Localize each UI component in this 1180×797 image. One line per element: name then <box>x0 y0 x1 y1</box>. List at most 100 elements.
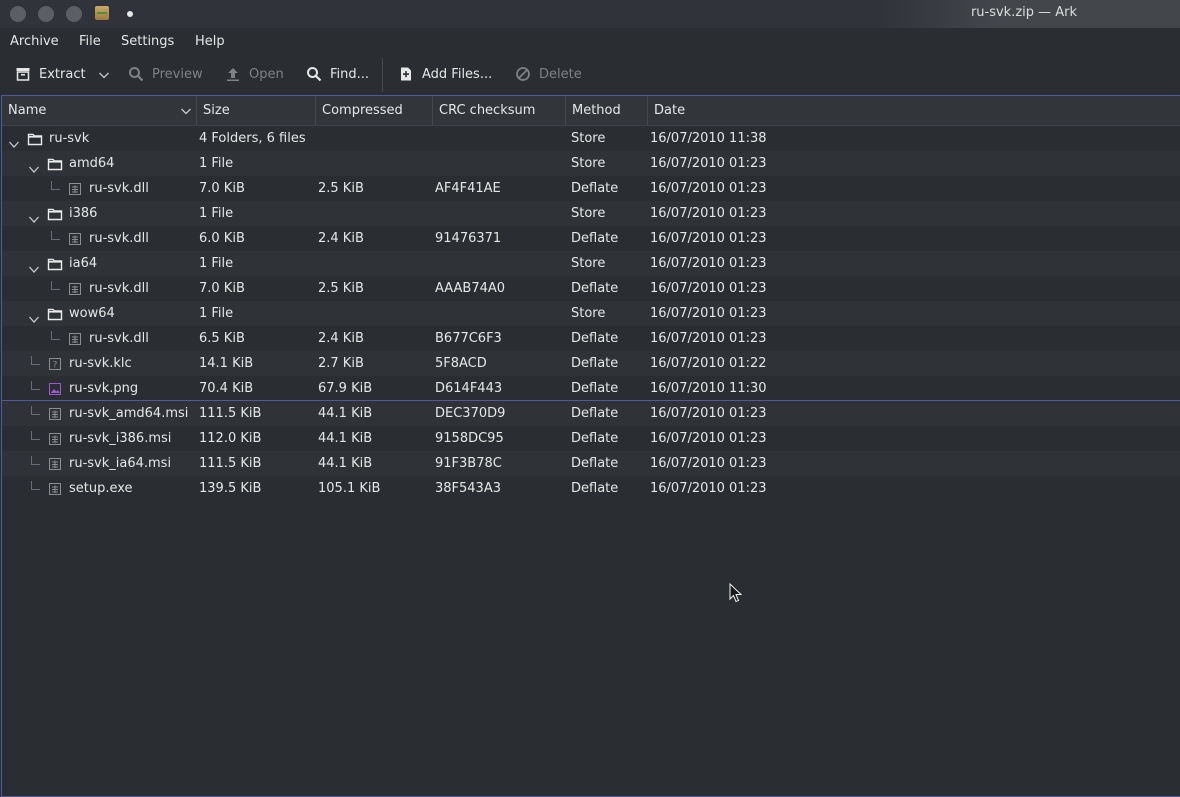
pin-icon[interactable] <box>127 11 133 17</box>
column-size-label: Size <box>203 103 230 118</box>
file-method: Store <box>571 306 606 321</box>
folder-icon <box>47 156 69 172</box>
table-row[interactable]: ru-svk.dll 7.0 KiB 2.5 KiB AF4F41AE Deflate 1… <box>2 176 1180 201</box>
file-list: ru-svk 4 Folders, 6 files Store 16/07/2010 … <box>2 126 1180 501</box>
extract-menu-chevron-down-icon[interactable] <box>98 69 110 81</box>
file-date: 16/07/2010 01:23 <box>650 481 767 496</box>
file-compressed: 2.4 KiB <box>318 331 364 346</box>
file-name: i386 <box>69 206 98 221</box>
column-crc[interactable]: CRC checksum <box>433 96 566 125</box>
table-row[interactable]: ? ru-svk.klc 14.1 KiB 2.7 KiB 5F8ACD Deflate 1… <box>2 351 1180 376</box>
close-window-button[interactable] <box>10 6 26 22</box>
file-date: 16/07/2010 01:23 <box>650 331 767 346</box>
upload-icon <box>227 68 239 81</box>
toolbar-separator <box>382 58 383 92</box>
file-name: ru-svk.dll <box>89 231 149 246</box>
table-row[interactable]: i386 1 File Store 16/07/2010 01:23 <box>2 201 1180 226</box>
binary-file-icon <box>47 431 69 447</box>
table-row[interactable]: ru-svk_i386.msi 112.0 KiB 44.1 KiB 9158DC95… <box>2 426 1180 451</box>
file-compressed: 44.1 KiB <box>318 406 373 421</box>
open-button[interactable]: Open <box>225 66 284 82</box>
table-row[interactable]: ru-svk_amd64.msi 111.5 KiB 44.1 KiB DEC370D… <box>2 401 1180 426</box>
table-row[interactable]: ru-svk.dll 6.5 KiB 2.4 KiB B677C6F3 Deflate 1… <box>2 326 1180 351</box>
sort-chevron-down-icon[interactable] <box>180 105 192 117</box>
tree-branch-line <box>51 331 60 340</box>
delete-icon <box>516 67 530 81</box>
folder-icon <box>47 206 69 222</box>
column-compressed[interactable]: Compressed <box>316 96 433 125</box>
file-date: 16/07/2010 01:23 <box>650 456 767 471</box>
file-date: 16/07/2010 01:23 <box>650 181 767 196</box>
image-file-icon <box>47 381 69 397</box>
unknown-file-icon: ? <box>47 356 69 372</box>
file-date: 16/07/2010 01:23 <box>650 206 767 221</box>
find-label: Find... <box>330 66 370 82</box>
file-crc: AAAB74A0 <box>435 281 506 296</box>
add-files-button[interactable]: Add Files... <box>398 66 492 82</box>
file-method: Store <box>571 206 606 221</box>
file-compressed: 44.1 KiB <box>318 431 373 446</box>
file-crc: B677C6F3 <box>435 331 502 346</box>
file-method: Deflate <box>571 431 619 446</box>
column-name-label: Name <box>8 103 47 118</box>
table-row[interactable]: ru-svk.dll 7.0 KiB 2.5 KiB AAAB74A0 Deflate 1… <box>2 276 1180 301</box>
file-date: 16/07/2010 01:23 <box>650 256 767 271</box>
tree-branch-line <box>31 431 40 440</box>
file-method: Deflate <box>571 456 619 471</box>
table-row[interactable]: ru-svk.dll 6.0 KiB 2.4 KiB 91476371 Deflate 1… <box>2 226 1180 251</box>
file-crc: AF4F41AE <box>435 181 501 196</box>
delete-button[interactable]: Delete <box>515 66 582 82</box>
table-row[interactable]: ia64 1 File Store 16/07/2010 01:23 <box>2 251 1180 276</box>
file-method: Deflate <box>571 381 619 396</box>
file-method: Deflate <box>571 231 619 246</box>
file-method: Store <box>571 131 606 146</box>
file-size: 139.5 KiB <box>199 481 262 496</box>
ark-app-icon[interactable] <box>95 6 109 20</box>
file-size: 111.5 KiB <box>199 406 262 421</box>
file-size: 6.5 KiB <box>199 331 245 346</box>
table-row[interactable]: amd64 1 File Store 16/07/2010 01:23 <box>2 151 1180 176</box>
archive-view[interactable]: Name Size Compressed CRC checksum Method… <box>1 95 1180 797</box>
maximize-window-button[interactable] <box>66 6 82 22</box>
extract-icon <box>16 68 30 81</box>
table-row[interactable]: setup.exe 139.5 KiB 105.1 KiB 38F543A3 Defla… <box>2 476 1180 501</box>
file-compressed: 44.1 KiB <box>318 456 373 471</box>
column-name[interactable]: Name <box>2 96 197 125</box>
binary-file-icon <box>47 406 69 422</box>
file-name: wow64 <box>69 306 115 321</box>
file-name: ru-svk_ia64.msi <box>69 456 172 471</box>
table-row[interactable]: ru-svk.png 70.4 KiB 67.9 KiB D614F443 Deflat… <box>2 376 1180 401</box>
column-date[interactable]: Date <box>648 96 1180 125</box>
minimize-window-button[interactable] <box>38 6 54 22</box>
column-method[interactable]: Method <box>566 96 648 125</box>
menu-file[interactable]: File <box>79 34 101 49</box>
file-crc: 91476371 <box>435 231 502 246</box>
file-compressed: 2.5 KiB <box>318 181 364 196</box>
file-crc: 38F543A3 <box>435 481 501 496</box>
tree-branch-line <box>31 381 40 390</box>
menu-archive[interactable]: Archive <box>10 34 59 49</box>
tree-branch-line <box>31 406 40 415</box>
find-button[interactable]: Find... <box>306 66 369 82</box>
table-row[interactable]: ru-svk 4 Folders, 6 files Store 16/07/2010 … <box>2 126 1180 151</box>
file-name: ru-svk.dll <box>89 331 149 346</box>
file-method: Deflate <box>571 181 619 196</box>
file-date: 16/07/2010 01:23 <box>650 431 767 446</box>
column-method-label: Method <box>572 103 621 118</box>
file-date: 16/07/2010 11:38 <box>650 131 767 146</box>
file-method: Deflate <box>571 481 619 496</box>
table-row[interactable]: ru-svk_ia64.msi 111.5 KiB 44.1 KiB 91F3B78C… <box>2 451 1180 476</box>
menu-settings[interactable]: Settings <box>121 34 174 49</box>
binary-file-icon <box>67 231 89 247</box>
extract-button[interactable]: Extract <box>15 66 86 82</box>
column-size[interactable]: Size <box>197 96 316 125</box>
menu-help[interactable]: Help <box>195 34 225 49</box>
file-date: 16/07/2010 01:23 <box>650 156 767 171</box>
preview-button[interactable]: Preview <box>128 66 203 82</box>
file-compressed: 105.1 KiB <box>318 481 381 496</box>
tree-branch-line <box>31 356 40 365</box>
binary-file-icon <box>67 331 89 347</box>
file-size: 7.0 KiB <box>199 181 245 196</box>
mouse-cursor-icon <box>729 583 743 603</box>
table-row[interactable]: wow64 1 File Store 16/07/2010 01:23 <box>2 301 1180 326</box>
